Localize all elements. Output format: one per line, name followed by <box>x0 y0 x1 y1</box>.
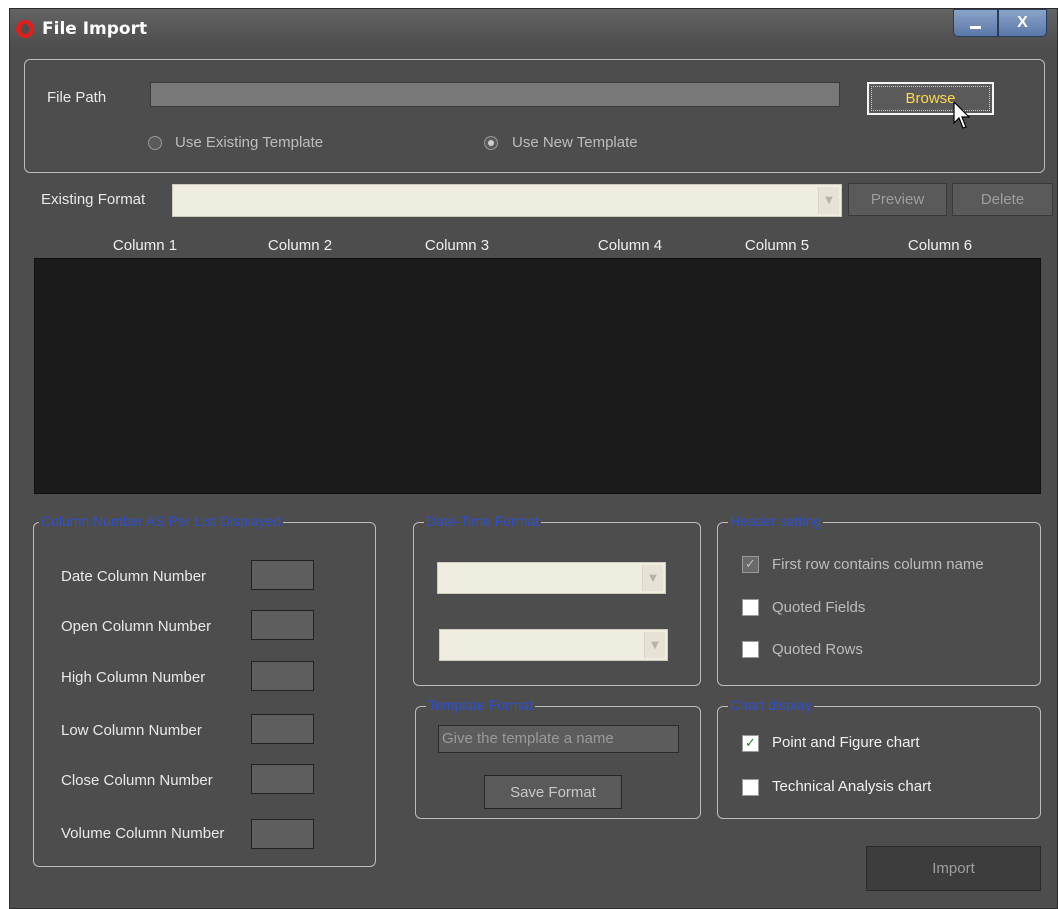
radio-new-template[interactable] <box>484 136 498 150</box>
delete-button[interactable]: Delete <box>952 183 1053 216</box>
file-path-label: File Path <box>47 89 107 106</box>
volume-column-input[interactable] <box>251 819 314 849</box>
time-format-select[interactable]: ▼ <box>439 629 668 661</box>
point-figure-label: Point and Figure chart <box>772 734 920 751</box>
existing-format-select[interactable]: ▼ <box>172 184 842 217</box>
template-name-input[interactable]: Give the template a name <box>438 725 679 753</box>
chevron-down-icon[interactable]: ▼ <box>818 187 839 214</box>
point-figure-checkbox[interactable]: ✓ <box>742 735 759 752</box>
title-bar[interactable]: File Import X <box>10 9 1057 49</box>
window-controls: X <box>953 9 1047 37</box>
column-header-2: Column 2 <box>267 237 333 254</box>
first-row-checkbox[interactable]: ✓ <box>742 556 759 573</box>
header-setting-legend: Header setting <box>728 513 824 529</box>
date-column-label: Date Column Number <box>61 568 207 585</box>
column-header-5: Column 5 <box>744 237 810 254</box>
close-button[interactable]: X <box>997 9 1047 37</box>
minimize-button[interactable] <box>953 9 998 37</box>
technical-analysis-label: Technical Analysis chart <box>772 778 932 795</box>
chart-display-group: Chart display <box>717 697 1041 819</box>
open-column-label: Open Column Number <box>61 618 212 635</box>
volume-column-label: Volume Column Number <box>61 825 225 842</box>
close-column-label: Close Column Number <box>61 772 213 789</box>
file-path-input[interactable] <box>150 82 840 107</box>
low-column-label: Low Column Number <box>61 722 202 739</box>
datetime-format-group: Date-Time Format <box>413 513 701 686</box>
template-format-legend: Template Format <box>426 697 536 713</box>
radio-new-template-label: Use New Template <box>512 134 638 151</box>
file-path-group <box>24 59 1045 173</box>
quoted-fields-label: Quoted Fields <box>772 599 866 616</box>
quoted-rows-checkbox[interactable] <box>742 641 759 658</box>
high-column-label: High Column Number <box>61 669 206 686</box>
technical-analysis-checkbox[interactable] <box>742 779 759 796</box>
datetime-format-legend: Date-Time Format <box>424 513 542 529</box>
chevron-down-icon[interactable]: ▼ <box>642 565 663 591</box>
browse-button[interactable]: Browse <box>867 82 994 115</box>
quoted-fields-checkbox[interactable] <box>742 599 759 616</box>
data-preview-grid[interactable] <box>34 258 1041 494</box>
window-title: File Import <box>42 19 148 39</box>
mouse-cursor-icon <box>953 101 971 129</box>
low-column-input[interactable] <box>251 714 314 744</box>
existing-format-label: Existing Format <box>41 191 146 208</box>
quoted-rows-label: Quoted Rows <box>772 641 863 658</box>
chart-display-legend: Chart display <box>728 697 814 713</box>
date-column-input[interactable] <box>251 560 314 590</box>
high-column-input[interactable] <box>251 661 314 691</box>
file-import-window: File Import X File Path Browse Use Exist… <box>9 8 1058 909</box>
close-column-input[interactable] <box>251 764 314 794</box>
column-header-4: Column 4 <box>597 237 663 254</box>
column-number-legend: Column Number AS Per List Displayed <box>39 513 284 529</box>
preview-button[interactable]: Preview <box>848 183 947 216</box>
column-header-3: Column 3 <box>424 237 490 254</box>
save-format-button[interactable]: Save Format <box>484 775 622 809</box>
radio-existing-template-label: Use Existing Template <box>175 134 324 151</box>
open-column-input[interactable] <box>251 610 314 640</box>
minimize-icon <box>969 25 981 29</box>
import-button[interactable]: Import <box>866 846 1041 891</box>
chevron-down-icon[interactable]: ▼ <box>644 632 665 658</box>
date-format-select[interactable]: ▼ <box>437 562 666 594</box>
app-logo-icon <box>16 20 34 38</box>
radio-existing-template[interactable] <box>148 136 162 150</box>
column-header-6: Column 6 <box>907 237 973 254</box>
column-header-1: Column 1 <box>112 237 178 254</box>
header-setting-group: Header setting <box>717 513 1041 686</box>
first-row-label: First row contains column name <box>772 556 984 573</box>
